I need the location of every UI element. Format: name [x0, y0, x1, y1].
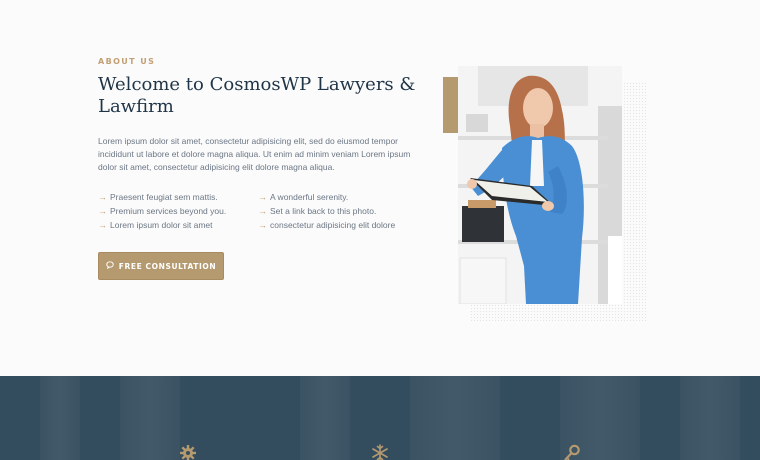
section-eyebrow: ABOUT US — [98, 57, 156, 66]
feature-item: → Praesent feugiat sem mattis. — [98, 191, 258, 202]
feature-item: → consectetur adipisicing elit dolore — [258, 219, 418, 230]
column-backdrop — [300, 376, 350, 460]
feature-item: → A wonderful serenity. — [258, 191, 418, 202]
arrow-right-icon: → — [98, 219, 107, 230]
lawyer-photo — [458, 66, 622, 304]
section-description: Lorem ipsum dolor sit amet, consectetur … — [98, 136, 411, 172]
feature-text: Set a link back to this photo. — [270, 205, 377, 216]
feature-text: Premium services beyond you. — [110, 205, 227, 216]
feature-text: consectetur adipisicing elit dolore — [270, 219, 396, 230]
services-band — [0, 376, 760, 460]
arrow-right-icon: → — [258, 219, 267, 230]
section-title: Welcome to CosmosWP Lawyers & Lawfirm — [98, 74, 416, 117]
free-consultation-button[interactable]: FREE CONSULTATION — [98, 252, 224, 280]
arrow-right-icon: → — [258, 191, 267, 202]
arrow-right-icon: → — [98, 191, 107, 202]
feature-text: Praesent feugiat sem mattis. — [110, 191, 218, 202]
feature-list: → Praesent feugiat sem mattis. → A wonderf… — [98, 191, 428, 230]
arrow-right-icon: → — [98, 205, 107, 216]
feature-item: → Premium services beyond you. — [98, 205, 258, 216]
gear-icon — [179, 444, 197, 460]
key-icon — [563, 444, 581, 460]
arrow-right-icon: → — [258, 205, 267, 216]
column-backdrop — [40, 376, 80, 460]
button-label: FREE CONSULTATION — [118, 261, 217, 271]
feature-item: → Lorem ipsum dolor sit amet — [98, 219, 258, 230]
column-backdrop — [680, 376, 740, 460]
snowflake-icon — [371, 444, 389, 460]
column-backdrop — [120, 376, 180, 460]
feature-text: Lorem ipsum dolor sit amet — [110, 219, 213, 230]
feature-item: → Set a link back to this photo. — [258, 205, 418, 216]
chat-bubble-icon — [106, 261, 114, 271]
feature-text: A wonderful serenity. — [270, 191, 349, 202]
column-backdrop — [410, 376, 500, 460]
about-section: ABOUT US Welcome to CosmosWP Lawyers & L… — [0, 0, 760, 376]
